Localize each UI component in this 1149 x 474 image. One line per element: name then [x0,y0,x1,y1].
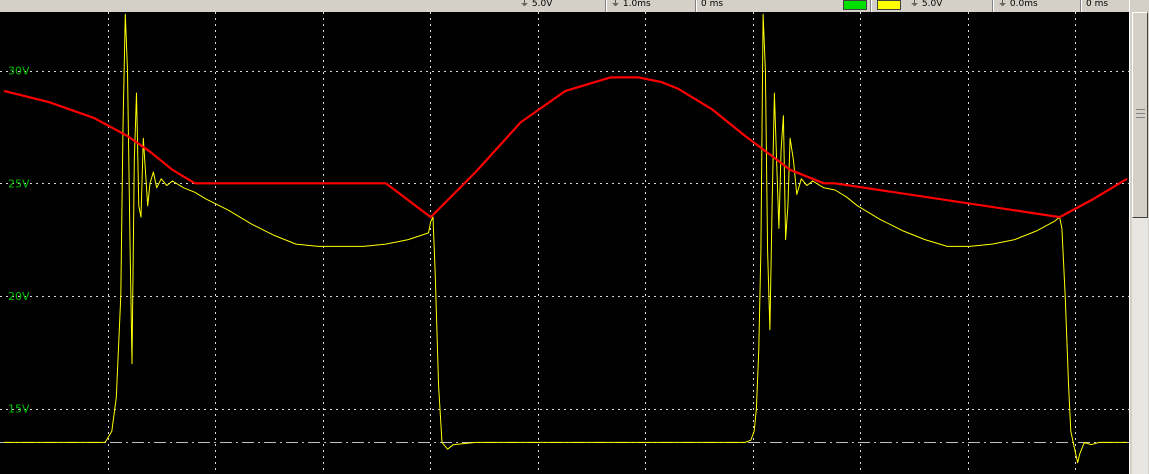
toolbar-divider [992,0,993,12]
ch2-color-swatch[interactable] [877,0,901,10]
ch1-offset[interactable]: 0 ms [701,0,723,12]
grip-line [1136,109,1145,110]
signal-trace [4,13,1127,464]
scope-display[interactable]: 15V 20V 25V 30V [0,12,1129,474]
waveform-plot: 15V 20V 25V 30V [0,12,1129,474]
ch2-volts-value: 5.0V [921,0,943,9]
graticule [0,12,1129,474]
toolbar-divider [695,0,696,12]
scroll-thumb[interactable] [1132,12,1148,218]
ground-icon: ⏚ [998,0,1008,9]
oscilloscope-window: ⏚ 5.0V ⏚ 1.0ms 0 ms ⏚ 5.0V ⏚ 0.0ms 0 ms [0,0,1149,474]
ch1-offset-value: 0 ms [701,0,724,9]
ch1-volts-per-div[interactable]: ⏚ 5.0V [520,0,552,12]
y-tick-label: 15V [8,403,30,416]
grip-line [1136,117,1145,118]
ch1-color-swatch[interactable] [843,0,867,10]
ch1-time-value: 1.0ms [622,0,651,9]
traces [3,13,1128,464]
y-tick-label: 20V [8,290,30,303]
grip-line [1136,113,1145,114]
ground-icon: ⏚ [520,0,530,9]
ch2-time-value: 0.0ms [1009,0,1038,9]
y-tick-label: 30V [8,65,30,78]
y-axis-labels: 15V 20V 25V 30V [8,65,30,416]
y-tick-label: 25V [8,177,30,190]
ch2-timebase[interactable]: ⏚ 0.0ms [998,0,1038,12]
toolbar-divider [870,0,871,12]
envelope-trace [3,76,1128,219]
ch2-volts-per-div[interactable]: ⏚ 5.0V [910,0,942,12]
toolbar-divider [1080,0,1081,12]
ch2-offset-value: 0 ms [1086,0,1109,9]
toolbar-divider [605,0,606,12]
vertical-scrollbar[interactable] [1129,0,1149,474]
ch1-timebase[interactable]: ⏚ 1.0ms [611,0,651,12]
ground-icon: ⏚ [910,0,920,9]
ch1-volts-value: 5.0V [531,0,553,9]
ground-icon: ⏚ [611,0,621,9]
ch2-offset[interactable]: 0 ms [1086,0,1108,12]
